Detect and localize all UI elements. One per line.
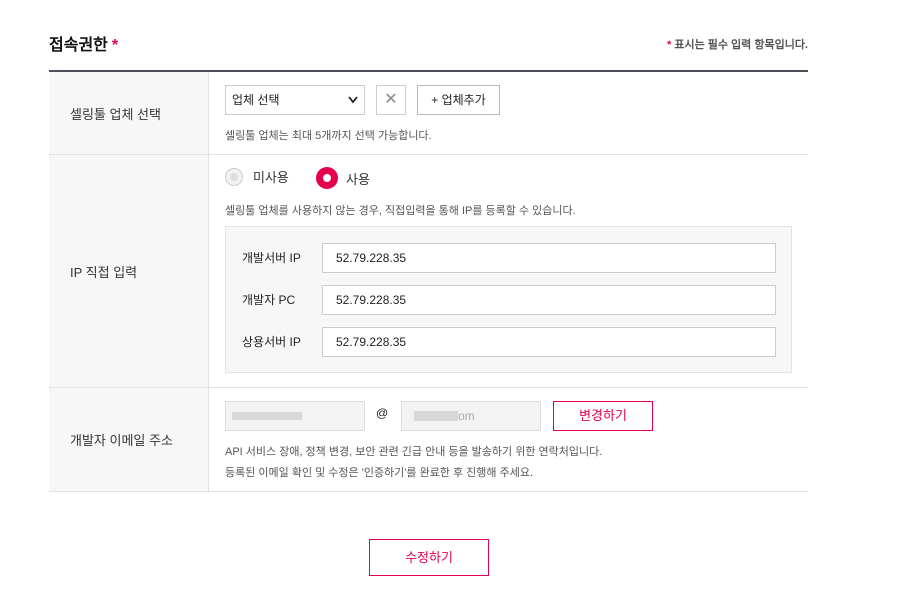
chevron-down-icon [348,86,358,126]
dev-pc-ip-input[interactable]: 52.79.228.35 [322,285,776,315]
email-at-sign: @ [376,406,389,420]
email-row: 개발자 이메일 주소 @ om 변경하기 API 서비스 장애, 정책 변경, … [49,388,808,492]
email-domain-input[interactable]: om [401,401,541,431]
email-domain-redacted [414,411,458,421]
required-note-mark: * [667,39,672,51]
ip-field-prod-server: 상용서버 IP 52.79.228.35 [226,327,791,357]
prod-server-ip-input[interactable]: 52.79.228.35 [322,327,776,357]
radio-unused-indicator [225,167,243,186]
radio-used-indicator [316,167,338,189]
email-help-text-1: API 서비스 장애, 정책 변경, 보안 관련 긴급 안내 등을 발송하기 위… [225,446,603,458]
ip-field-label: 개발자 PC [242,293,296,307]
email-help-text-2: 등록된 이메일 확인 및 수정은 '인증하기'를 완료한 후 진행해 주세요. [225,467,533,479]
radio-unused-label: 미사용 [253,170,289,185]
ip-row: IP 직접 입력 미사용 사용 셀링툴 업체를 사용하지 않는 경우, 직접입력… [49,155,808,388]
vendor-help-text: 셀링툴 업체는 최대 5개까지 선택 가능합니다. [225,130,432,142]
vendor-content: 업체 선택 ✕ + 업체추가 셀링툴 업체는 최대 5개까지 선택 가능합니다. [209,72,808,154]
ip-field-dev-pc: 개발자 PC 52.79.228.35 [226,285,791,315]
ip-field-dev-server: 개발서버 IP 52.79.228.35 [226,243,791,273]
vendor-select-value: 업체 선택 [232,93,280,107]
ip-field-label: 상용서버 IP [242,335,301,349]
section-title-text: 접속권한 [49,37,108,54]
ip-label: IP 직접 입력 [49,155,209,387]
add-vendor-button[interactable]: + 업체추가 [417,85,500,115]
required-note-text: 표시는 필수 입력 항목입니다. [674,39,808,51]
close-icon: ✕ [384,91,398,108]
remove-vendor-button[interactable]: ✕ [376,85,406,115]
submit-button[interactable]: 수정하기 [369,539,489,576]
radio-used-label: 사용 [346,171,370,187]
email-content: @ om 변경하기 API 서비스 장애, 정책 변경, 보안 관련 긴급 안내… [209,388,808,491]
email-label: 개발자 이메일 주소 [49,388,209,491]
change-email-button[interactable]: 변경하기 [553,401,653,431]
ip-field-label: 개발서버 IP [242,251,301,265]
email-local-input[interactable] [225,401,365,431]
required-note: * 표시는 필수 입력 항목입니다. [667,36,808,52]
required-mark: * [111,37,119,54]
radio-unused[interactable]: 미사용 [225,167,289,186]
vendor-label: 셀링툴 업체 선택 [49,72,209,154]
email-domain-text: om [458,409,475,423]
radio-used[interactable]: 사용 [316,167,370,189]
vendor-row: 셀링툴 업체 선택 업체 선택 ✕ + 업체추가 셀링툴 업체는 최대 5개까지… [49,72,808,155]
section-title: 접속권한 * [49,31,118,55]
dev-server-ip-input[interactable]: 52.79.228.35 [322,243,776,273]
ip-help-text: 셀링툴 업체를 사용하지 않는 경우, 직접입력을 통해 IP를 등록할 수 있… [225,205,576,217]
ip-content: 미사용 사용 셀링툴 업체를 사용하지 않는 경우, 직접입력을 통해 IP를 … [209,155,808,387]
email-local-redacted [232,412,302,420]
vendor-select[interactable]: 업체 선택 [225,85,365,115]
ip-input-box: 개발서버 IP 52.79.228.35 개발자 PC 52.79.228.35… [225,226,792,373]
access-form: 셀링툴 업체 선택 업체 선택 ✕ + 업체추가 셀링툴 업체는 최대 5개까지… [49,70,808,492]
